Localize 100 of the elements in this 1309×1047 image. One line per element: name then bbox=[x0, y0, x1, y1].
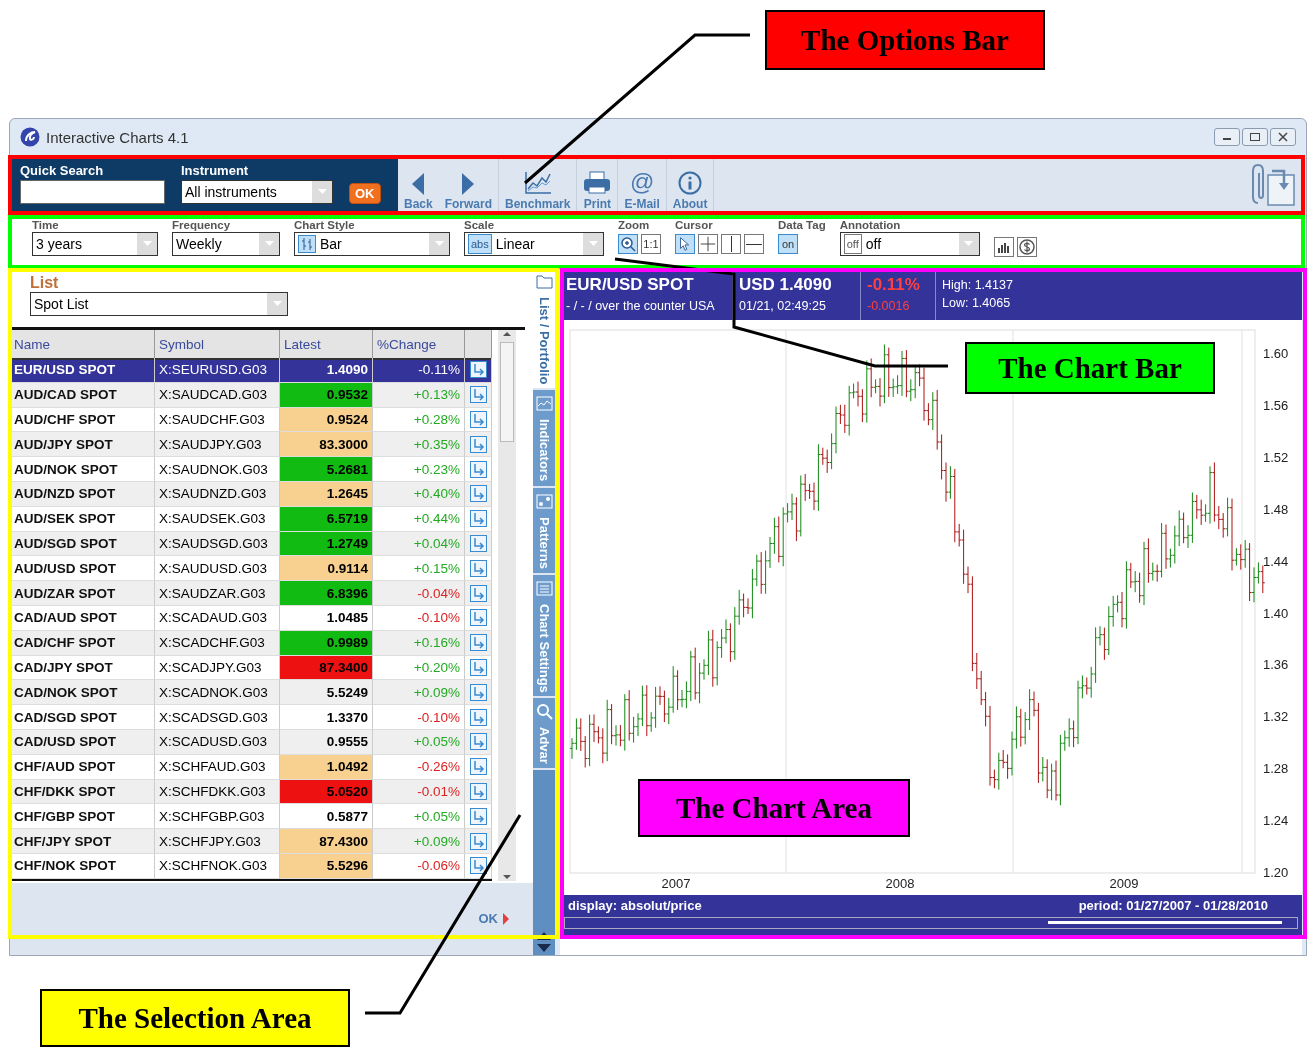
latest-cell: 6.8396 bbox=[280, 581, 373, 606]
zoom-in-button[interactable] bbox=[618, 234, 638, 254]
column-header[interactable]: Symbol bbox=[155, 330, 280, 360]
scrollbar[interactable] bbox=[498, 330, 516, 881]
close-icon bbox=[1277, 132, 1289, 142]
callout-label: The Selection Area bbox=[40, 989, 350, 1047]
ok-link[interactable]: OK bbox=[478, 911, 509, 927]
frequency-dropdown[interactable]: Weekly bbox=[172, 232, 280, 256]
instrument-row[interactable]: EUR/USD SPOT X:SEURUSD.G03 1.4090 -0.11% bbox=[10, 358, 492, 383]
latest-cell: 1.2749 bbox=[280, 531, 373, 557]
header-cell bbox=[465, 330, 492, 360]
scroll-thumb[interactable] bbox=[500, 342, 514, 442]
caret-icon bbox=[434, 241, 444, 247]
latest-cell: 1.2645 bbox=[280, 482, 373, 507]
instrument-dropdown[interactable]: All instruments bbox=[181, 180, 333, 204]
email-button[interactable]: @ E-Mail bbox=[618, 157, 666, 213]
latest-cell: 5.5296 bbox=[280, 853, 373, 879]
currency-button[interactable] bbox=[1016, 237, 1037, 257]
back-button[interactable]: Back bbox=[398, 157, 439, 213]
latest-cell: 87.4300 bbox=[280, 829, 373, 854]
instrument-row[interactable]: CAD/USD SPOT X:SCADUSD.G03 0.9555 +0.05% bbox=[10, 729, 492, 755]
name-cell: CAD/USD SPOT bbox=[10, 729, 155, 755]
name-cell: CAD/SGD SPOT bbox=[10, 705, 155, 730]
list-dropdown[interactable]: Spot List bbox=[30, 292, 288, 316]
y-axis-label: 1.24 bbox=[1263, 813, 1289, 829]
latest-cell: 1.0485 bbox=[280, 605, 373, 631]
close-button[interactable] bbox=[1270, 128, 1296, 146]
instrument-row[interactable]: AUD/JPY SPOT X:SAUDJPY.G03 83.3000 +0.35% bbox=[10, 432, 492, 458]
zoom-reset-button[interactable]: 1:1 bbox=[641, 234, 661, 254]
annotation-badge: off bbox=[843, 234, 862, 254]
forward-button[interactable]: Forward bbox=[438, 157, 499, 213]
data-tag-toggle[interactable]: on bbox=[778, 234, 798, 254]
zoom-label: Zoom bbox=[618, 219, 651, 231]
name-cell: CHF/JPY SPOT bbox=[10, 829, 155, 854]
print-button[interactable]: Print bbox=[577, 157, 618, 213]
instrument-row[interactable]: CHF/AUD SPOT X:SCHFAUD.G03 1.0492 -0.26% bbox=[10, 754, 492, 780]
y-axis-label: 1.56 bbox=[1263, 397, 1289, 413]
instrument-row[interactable]: CAD/CHF SPOT X:SCADCHF.G03 0.9989 +0.16% bbox=[10, 630, 492, 656]
open-chart-icon[interactable] bbox=[469, 857, 487, 875]
instrument-row[interactable]: AUD/NOK SPOT X:SAUDNOK.G03 5.2681 +0.23% bbox=[10, 457, 492, 482]
callout-label: The Chart Bar bbox=[965, 342, 1215, 394]
time-dropdown[interactable]: 3 years bbox=[32, 232, 158, 256]
minimize-button[interactable] bbox=[1214, 128, 1240, 146]
horizontal-cursor-button[interactable] bbox=[744, 234, 764, 254]
latest-cell: 5.2681 bbox=[280, 457, 373, 482]
paperclip-export-icon[interactable] bbox=[1250, 163, 1296, 207]
instrument-row[interactable]: CAD/NOK SPOT X:SCADNOK.G03 5.5249 +0.09% bbox=[10, 680, 492, 706]
x-axis-label: 2007 bbox=[661, 876, 691, 891]
market-text: - / - / over the counter USA bbox=[566, 299, 716, 313]
instrument-row[interactable]: AUD/SGD SPOT X:SAUDSGD.G03 1.2749 +0.04% bbox=[10, 531, 492, 557]
instrument-row[interactable]: CAD/AUD SPOT X:SCADAUD.G03 1.0485 -0.10% bbox=[10, 605, 492, 631]
maximize-button[interactable] bbox=[1242, 128, 1268, 146]
latest-cell: 5.0520 bbox=[280, 779, 373, 805]
caret-icon bbox=[588, 241, 598, 247]
quick-search-field[interactable] bbox=[20, 180, 165, 204]
frequency-label: Frequency bbox=[172, 219, 232, 231]
change-cell: +0.09% bbox=[373, 680, 465, 706]
instrument-row[interactable]: CHF/JPY SPOT X:SCHFJPY.G03 87.4300 +0.09% bbox=[10, 829, 492, 854]
instrument-row[interactable]: CHF/DKK SPOT X:SCHFDKK.G03 5.0520 -0.01% bbox=[10, 779, 492, 805]
vertical-cursor-button[interactable] bbox=[721, 234, 741, 254]
high-text: High: 1.4137 bbox=[942, 278, 1013, 292]
annotation-label: Annotation bbox=[839, 219, 902, 231]
app-logo-icon bbox=[20, 127, 40, 147]
scale-dropdown[interactable]: abs Linear bbox=[464, 232, 604, 256]
scroll-up-icon[interactable] bbox=[502, 330, 512, 338]
instrument-row[interactable]: AUD/NZD SPOT X:SAUDNZD.G03 1.2645 +0.40% bbox=[10, 482, 492, 507]
symbol-cell: X:SEURUSD.G03 bbox=[155, 358, 280, 383]
annotation-dropdown[interactable]: off off bbox=[839, 232, 980, 256]
volume-bars-button[interactable] bbox=[993, 237, 1014, 257]
pointer-cursor-button[interactable] bbox=[675, 234, 695, 254]
name-cell: AUD/NOK SPOT bbox=[10, 457, 155, 482]
instrument-row[interactable]: AUD/SEK SPOT X:SAUDSEK.G03 6.5719 +0.44% bbox=[10, 506, 492, 532]
latest-cell: 6.5719 bbox=[280, 506, 373, 532]
column-header[interactable]: %Change bbox=[373, 330, 465, 360]
quick-search-label: Quick Search bbox=[20, 163, 105, 178]
about-button[interactable]: About bbox=[666, 157, 714, 213]
column-header[interactable]: Latest bbox=[280, 330, 373, 360]
time-label: Time bbox=[32, 219, 60, 231]
open-chart-icon[interactable] bbox=[469, 361, 487, 379]
name-cell: CHF/DKK SPOT bbox=[10, 779, 155, 805]
column-header[interactable]: Name bbox=[10, 330, 155, 360]
benchmark-button[interactable]: Benchmark bbox=[499, 157, 577, 213]
name-cell: AUD/SEK SPOT bbox=[10, 506, 155, 532]
x-axis-label: 2009 bbox=[1109, 876, 1139, 891]
instrument-row[interactable]: AUD/CAD SPOT X:SAUDCAD.G03 0.9532 +0.13% bbox=[10, 382, 492, 408]
latest-cell: 83.3000 bbox=[280, 432, 373, 458]
settings-icon bbox=[534, 578, 554, 598]
name-cell: AUD/SGD SPOT bbox=[10, 531, 155, 557]
scroll-thumb[interactable] bbox=[1048, 921, 1283, 924]
instrument-row[interactable]: AUD/ZAR SPOT X:SAUDZAR.G03 6.8396 -0.04% bbox=[10, 581, 492, 606]
instrument-row[interactable]: CHF/NOK SPOT X:SCHFNOK.G03 5.5296 -0.06% bbox=[10, 853, 492, 879]
chart-style-dropdown[interactable]: Bar bbox=[294, 232, 450, 256]
crosshair-cursor-button[interactable] bbox=[698, 234, 718, 254]
search-icon bbox=[534, 702, 554, 722]
name-cell: CHF/NOK SPOT bbox=[10, 853, 155, 879]
name-cell: CAD/AUD SPOT bbox=[10, 605, 155, 631]
instrument-row[interactable]: CAD/SGD SPOT X:SCADSGD.G03 1.3370 -0.10% bbox=[10, 705, 492, 730]
name-cell: AUD/CAD SPOT bbox=[10, 382, 155, 408]
indicators-icon bbox=[534, 394, 554, 414]
time-scrollbar[interactable] bbox=[564, 917, 1298, 929]
